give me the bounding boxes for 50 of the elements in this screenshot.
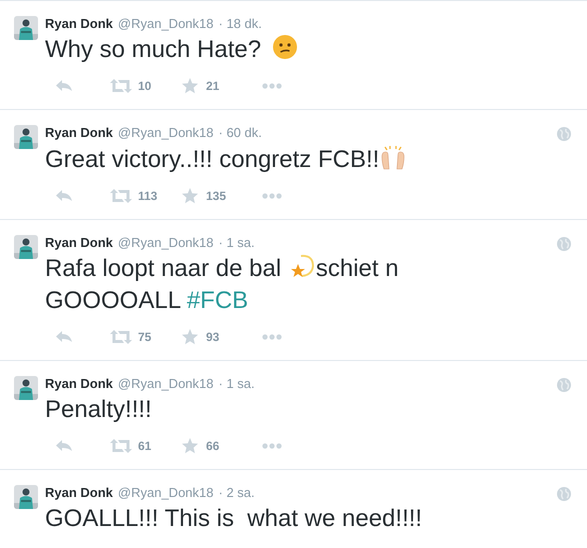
retweet-count: 75 bbox=[138, 329, 152, 346]
tweet-text: schiet n bbox=[316, 255, 399, 282]
author-name[interactable]: Ryan Donk bbox=[45, 234, 113, 252]
tweet-time[interactable]: · 1 sa. bbox=[218, 375, 255, 393]
star-swirl-icon bbox=[288, 253, 315, 279]
retweet-count: 10 bbox=[138, 78, 152, 95]
author-handle[interactable]: @Ryan_Donk18 bbox=[118, 15, 214, 33]
tweet-text: GOALLL!!! This is what we need!!!! bbox=[45, 505, 422, 532]
reply-icon[interactable] bbox=[55, 189, 73, 203]
hashtag-link[interactable]: #FCB bbox=[186, 287, 248, 314]
confused-face-icon bbox=[272, 34, 298, 60]
favorite-count: 21 bbox=[206, 78, 220, 95]
tweet-time[interactable]: · 1 sa. bbox=[218, 234, 255, 252]
retweet-count: 61 bbox=[138, 438, 152, 455]
tweet-time[interactable]: · 2 sa. bbox=[218, 484, 255, 502]
favorite-count: 66 bbox=[206, 438, 220, 455]
tweet-time[interactable]: · 60 dk. bbox=[218, 124, 262, 142]
retweet-icon[interactable] bbox=[110, 330, 132, 344]
retweet-icon[interactable] bbox=[110, 79, 132, 93]
reply-icon[interactable] bbox=[55, 439, 73, 453]
favorite-count: 93 bbox=[206, 329, 220, 346]
favorite-count: 135 bbox=[206, 188, 226, 205]
retweet-icon[interactable] bbox=[110, 189, 132, 203]
more-icon[interactable] bbox=[262, 193, 282, 199]
tweet-text: Penalty!!!! bbox=[45, 396, 152, 423]
more-icon[interactable] bbox=[262, 83, 282, 89]
star-icon[interactable] bbox=[182, 329, 198, 345]
tweet-text: GOOOOALL bbox=[45, 287, 182, 314]
author-handle[interactable]: @Ryan_Donk18 bbox=[118, 124, 214, 142]
author-name[interactable]: Ryan Donk bbox=[45, 15, 113, 33]
author-handle[interactable]: @Ryan_Donk18 bbox=[118, 484, 214, 502]
retweet-icon[interactable] bbox=[110, 439, 132, 453]
author-name[interactable]: Ryan Donk bbox=[45, 124, 113, 142]
author-name[interactable]: Ryan Donk bbox=[45, 375, 113, 393]
raised-hands-icon bbox=[379, 143, 408, 171]
star-icon[interactable] bbox=[182, 438, 198, 454]
star-icon[interactable] bbox=[182, 78, 198, 94]
reply-icon[interactable] bbox=[55, 79, 73, 93]
author-handle[interactable]: @Ryan_Donk18 bbox=[118, 375, 214, 393]
more-icon[interactable] bbox=[262, 334, 282, 340]
tweet-text: Rafa loopt naar de bal bbox=[45, 255, 282, 282]
author-name[interactable]: Ryan Donk bbox=[45, 484, 113, 502]
tweet-text: Great victory..!!! congretz FCB!! bbox=[45, 146, 380, 173]
author-handle[interactable]: @Ryan_Donk18 bbox=[118, 234, 214, 252]
star-icon[interactable] bbox=[182, 188, 198, 204]
retweet-count: 113 bbox=[138, 188, 158, 205]
tweet-text: Why so much Hate? bbox=[45, 36, 262, 63]
reply-icon[interactable] bbox=[55, 330, 73, 344]
tweet-time[interactable]: · 18 dk. bbox=[218, 15, 262, 33]
more-icon[interactable] bbox=[262, 443, 282, 449]
